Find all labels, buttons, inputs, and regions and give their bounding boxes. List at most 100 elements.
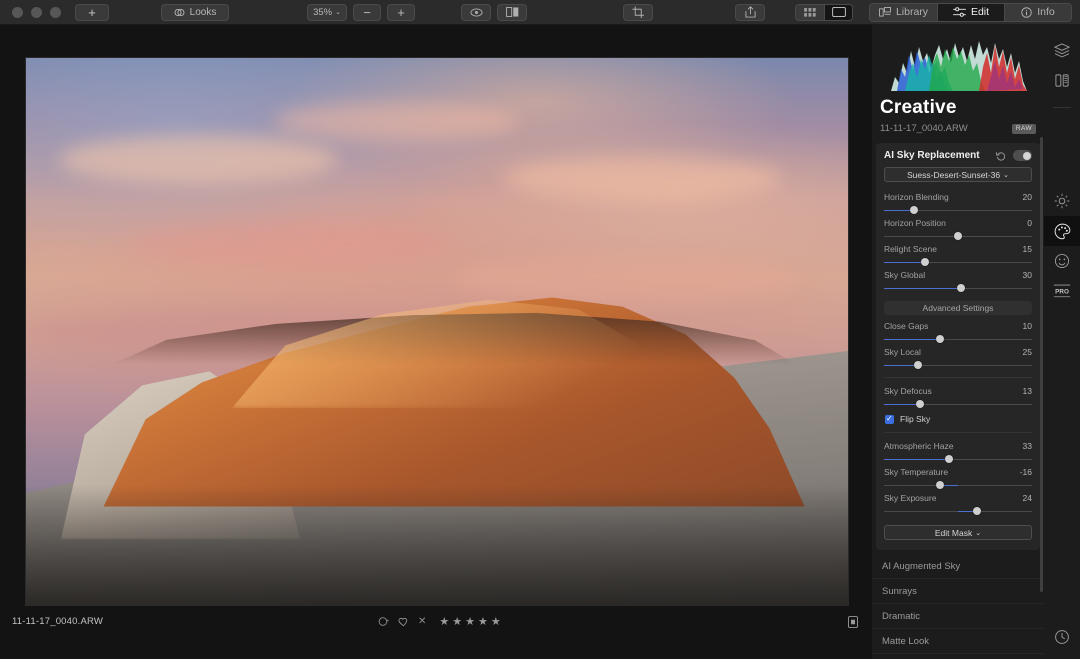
filmstrip-grid-button[interactable] (796, 5, 824, 20)
slider-label: Horizon Position (884, 218, 946, 228)
slider-sky-exposure[interactable]: Sky Exposure24 (876, 491, 1040, 517)
slider-track[interactable] (884, 506, 1032, 516)
share-button[interactable] (735, 4, 765, 21)
split-compare-icon[interactable] (1044, 65, 1080, 95)
slider-label: Atmospheric Haze (884, 441, 953, 451)
sky-preset-select[interactable]: Suess-Desert-Sunset-36 ⌄ (884, 167, 1032, 182)
zoom-level-select[interactable]: 35% ⌄ (307, 4, 347, 21)
raw-badge: RAW (1012, 124, 1036, 134)
foreground-shadow (26, 485, 848, 605)
reset-arrow-icon[interactable] (996, 151, 1006, 161)
compare-split-button[interactable] (497, 4, 527, 21)
history-clock-icon[interactable] (1044, 622, 1080, 652)
rgb-histogram (883, 33, 1033, 91)
zoom-in-button[interactable]: + (387, 4, 415, 21)
slider-label: Sky Temperature (884, 467, 948, 477)
maximize-window-button[interactable] (50, 7, 61, 18)
single-view-button[interactable] (824, 5, 852, 20)
status-filename: 11-11-17_0040.ARW (12, 616, 103, 627)
preview-eye-icon (470, 8, 483, 17)
filter-item-dramatic[interactable]: Dramatic (872, 604, 1044, 629)
slider-label: Sky Local (884, 347, 921, 357)
trash-icon[interactable] (848, 616, 858, 628)
star-1[interactable]: ★ (439, 615, 449, 628)
tab-library[interactable]: Library (870, 4, 937, 21)
tab-info-label: Info (1037, 6, 1055, 18)
essentials-sun-icon[interactable] (1044, 186, 1080, 216)
pro-icon[interactable]: PRO (1044, 276, 1080, 306)
slider-value: 13 (1023, 386, 1032, 396)
share-icon (745, 6, 756, 18)
filter-enable-toggle[interactable] (1013, 150, 1032, 161)
star-2[interactable]: ★ (452, 615, 462, 628)
more-dots-icon[interactable] (1044, 652, 1080, 659)
slider-horizon-position[interactable]: Horizon Position 0 (876, 216, 1040, 242)
advanced-settings-button[interactable]: Advanced Settings (884, 301, 1032, 315)
slider-track[interactable] (884, 454, 1032, 464)
tab-info[interactable]: Info (1004, 4, 1071, 21)
chevron-down-icon: ⌄ (335, 8, 341, 16)
page-title: Creative (872, 91, 1044, 119)
edit-mask-label: Edit Mask (935, 528, 972, 538)
slider-relight-scene[interactable]: Relight Scene15 (876, 242, 1040, 268)
slider-track[interactable] (884, 205, 1032, 215)
slider-sky-temperature[interactable]: Sky Temperature-16 (876, 465, 1040, 491)
creative-palette-icon[interactable] (1044, 216, 1080, 246)
looks-label: Looks (190, 7, 217, 18)
looks-button[interactable]: Looks (161, 4, 229, 21)
minimize-window-button[interactable] (31, 7, 42, 18)
add-photos-button[interactable]: + (75, 4, 109, 21)
crop-button[interactable] (623, 4, 653, 21)
filter-ai-sky-replacement: AI Sky Replacement Suess-Desert-Sunset-3… (876, 143, 1040, 550)
library-icon (879, 7, 891, 17)
reject-x-icon[interactable]: ✕ (418, 616, 426, 627)
star-4[interactable]: ★ (478, 615, 488, 628)
close-window-button[interactable] (12, 7, 23, 18)
slider-track[interactable] (884, 399, 1032, 409)
star-5[interactable]: ★ (491, 615, 501, 628)
slider-sky-defocus[interactable]: Sky Defocus13 (876, 384, 1040, 410)
heart-icon[interactable] (398, 617, 409, 627)
slider-track[interactable] (884, 257, 1032, 267)
slider-sky-local[interactable]: Sky Local25 (876, 345, 1040, 371)
photo-canvas[interactable]: 11-11-17_0040.ARW ✕ ★ ★ ★ ★ ★ (0, 25, 872, 634)
star-3[interactable]: ★ (465, 615, 475, 628)
panel-scrollbar[interactable] (1040, 137, 1043, 592)
section-divider (884, 432, 1032, 433)
slider-value: 0 (1027, 218, 1032, 228)
slider-track[interactable] (884, 283, 1032, 293)
chevron-down-icon: ⌄ (1003, 171, 1009, 179)
filter-item-ai-augmented-sky[interactable]: AI Augmented Sky (872, 554, 1044, 579)
panel-filename: 11-11-17_0040.ARW (880, 123, 968, 134)
slider-value: 33 (1023, 441, 1032, 451)
checkbox-box[interactable] (885, 415, 894, 424)
photo-image[interactable] (26, 58, 848, 605)
filter-item-mystical[interactable]: Mystical (872, 654, 1044, 659)
filter-item-sunrays[interactable]: Sunrays (872, 579, 1044, 604)
rating-tools: ✕ ★ ★ ★ ★ ★ (378, 615, 501, 628)
slider-sky-global[interactable]: Sky Global30 (876, 268, 1040, 294)
color-label-icon[interactable] (378, 616, 389, 627)
portrait-face-icon[interactable] (1044, 246, 1080, 276)
checkbox-flip-sky[interactable]: Flip Sky (876, 410, 1040, 426)
star-rating[interactable]: ★ ★ ★ ★ ★ (439, 615, 500, 628)
tab-edit[interactable]: Edit (937, 4, 1004, 21)
checkbox-label: Flip Sky (900, 414, 930, 424)
rail-divider (1053, 107, 1071, 108)
preview-eye-button[interactable] (461, 4, 491, 21)
slider-track[interactable] (884, 360, 1032, 370)
zoom-level-value: 35% (313, 7, 332, 18)
layers-icon[interactable] (1044, 35, 1080, 65)
zoom-out-button[interactable]: − (353, 4, 381, 21)
filter-item-matte-look[interactable]: Matte Look (872, 629, 1044, 654)
slider-value: 30 (1023, 270, 1032, 280)
edit-mask-button[interactable]: Edit Mask ⌄ (884, 525, 1032, 540)
slider-horizon-blending[interactable]: Horizon Blending20 (876, 190, 1040, 216)
slider-label: Close Gaps (884, 321, 928, 331)
slider-close-gaps[interactable]: Close Gaps10 (876, 319, 1040, 345)
slider-atmospheric-haze[interactable]: Atmospheric Haze 33 (876, 439, 1040, 465)
slider-track[interactable] (884, 480, 1032, 490)
view-toggles (461, 4, 527, 21)
slider-track[interactable] (884, 334, 1032, 344)
slider-track[interactable] (884, 231, 1032, 241)
